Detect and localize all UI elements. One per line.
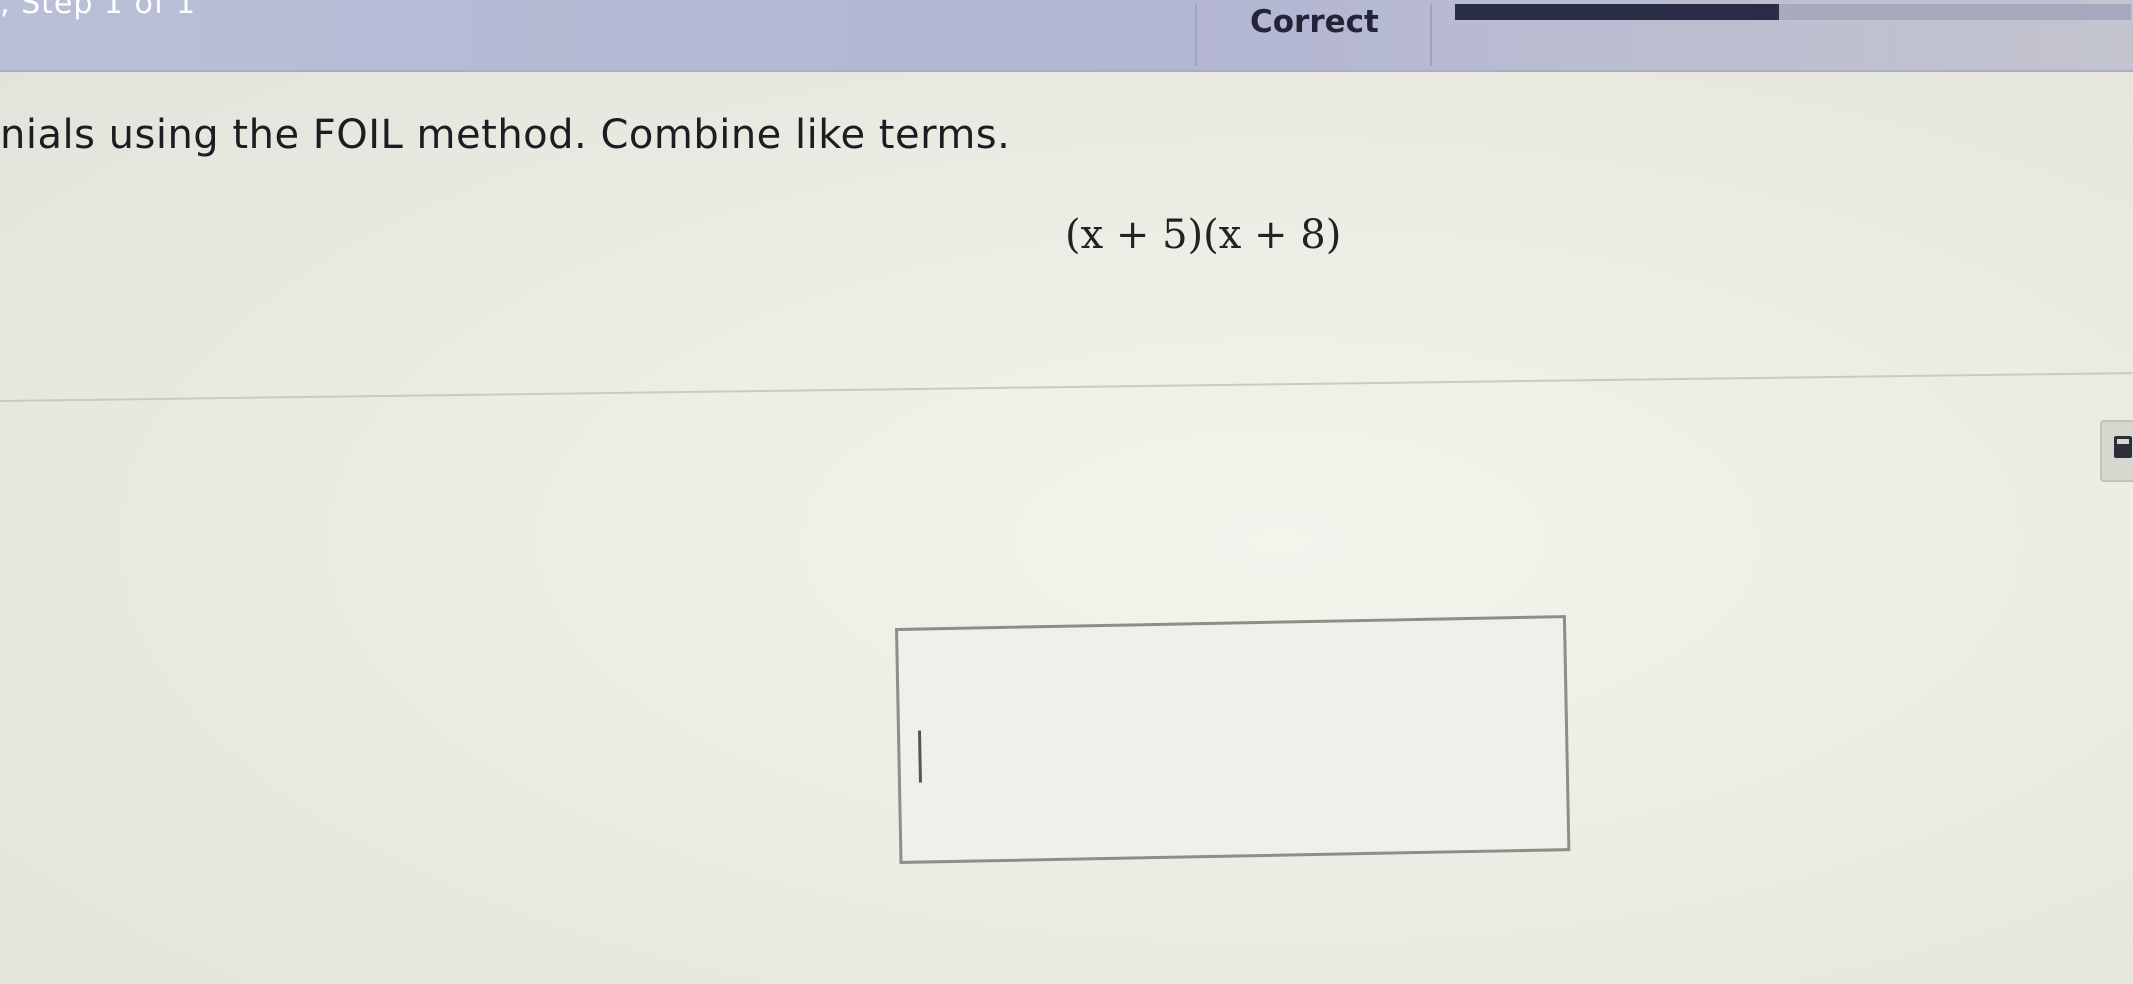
divider	[1430, 4, 1432, 66]
text-cursor	[917, 730, 922, 783]
status-bar: , Step 1 of 1 Correct	[0, 0, 2133, 72]
math-expression: (x + 5)(x + 8)	[1065, 212, 1342, 258]
status-badge: Correct	[1250, 4, 1379, 40]
answer-input[interactable]	[895, 615, 1571, 864]
progress-fill	[1455, 4, 1780, 20]
divider	[1195, 4, 1197, 66]
progress-bar	[1455, 4, 2131, 20]
question-instructions: nials using the FOIL method. Combine lik…	[0, 112, 1011, 158]
calculator-button[interactable]	[2100, 420, 2133, 482]
page: , Step 1 of 1 Correct nials using the FO…	[0, 0, 2133, 984]
divider	[0, 372, 2133, 402]
step-counter: , Step 1 of 1	[0, 0, 197, 21]
calculator-icon	[2114, 436, 2132, 458]
